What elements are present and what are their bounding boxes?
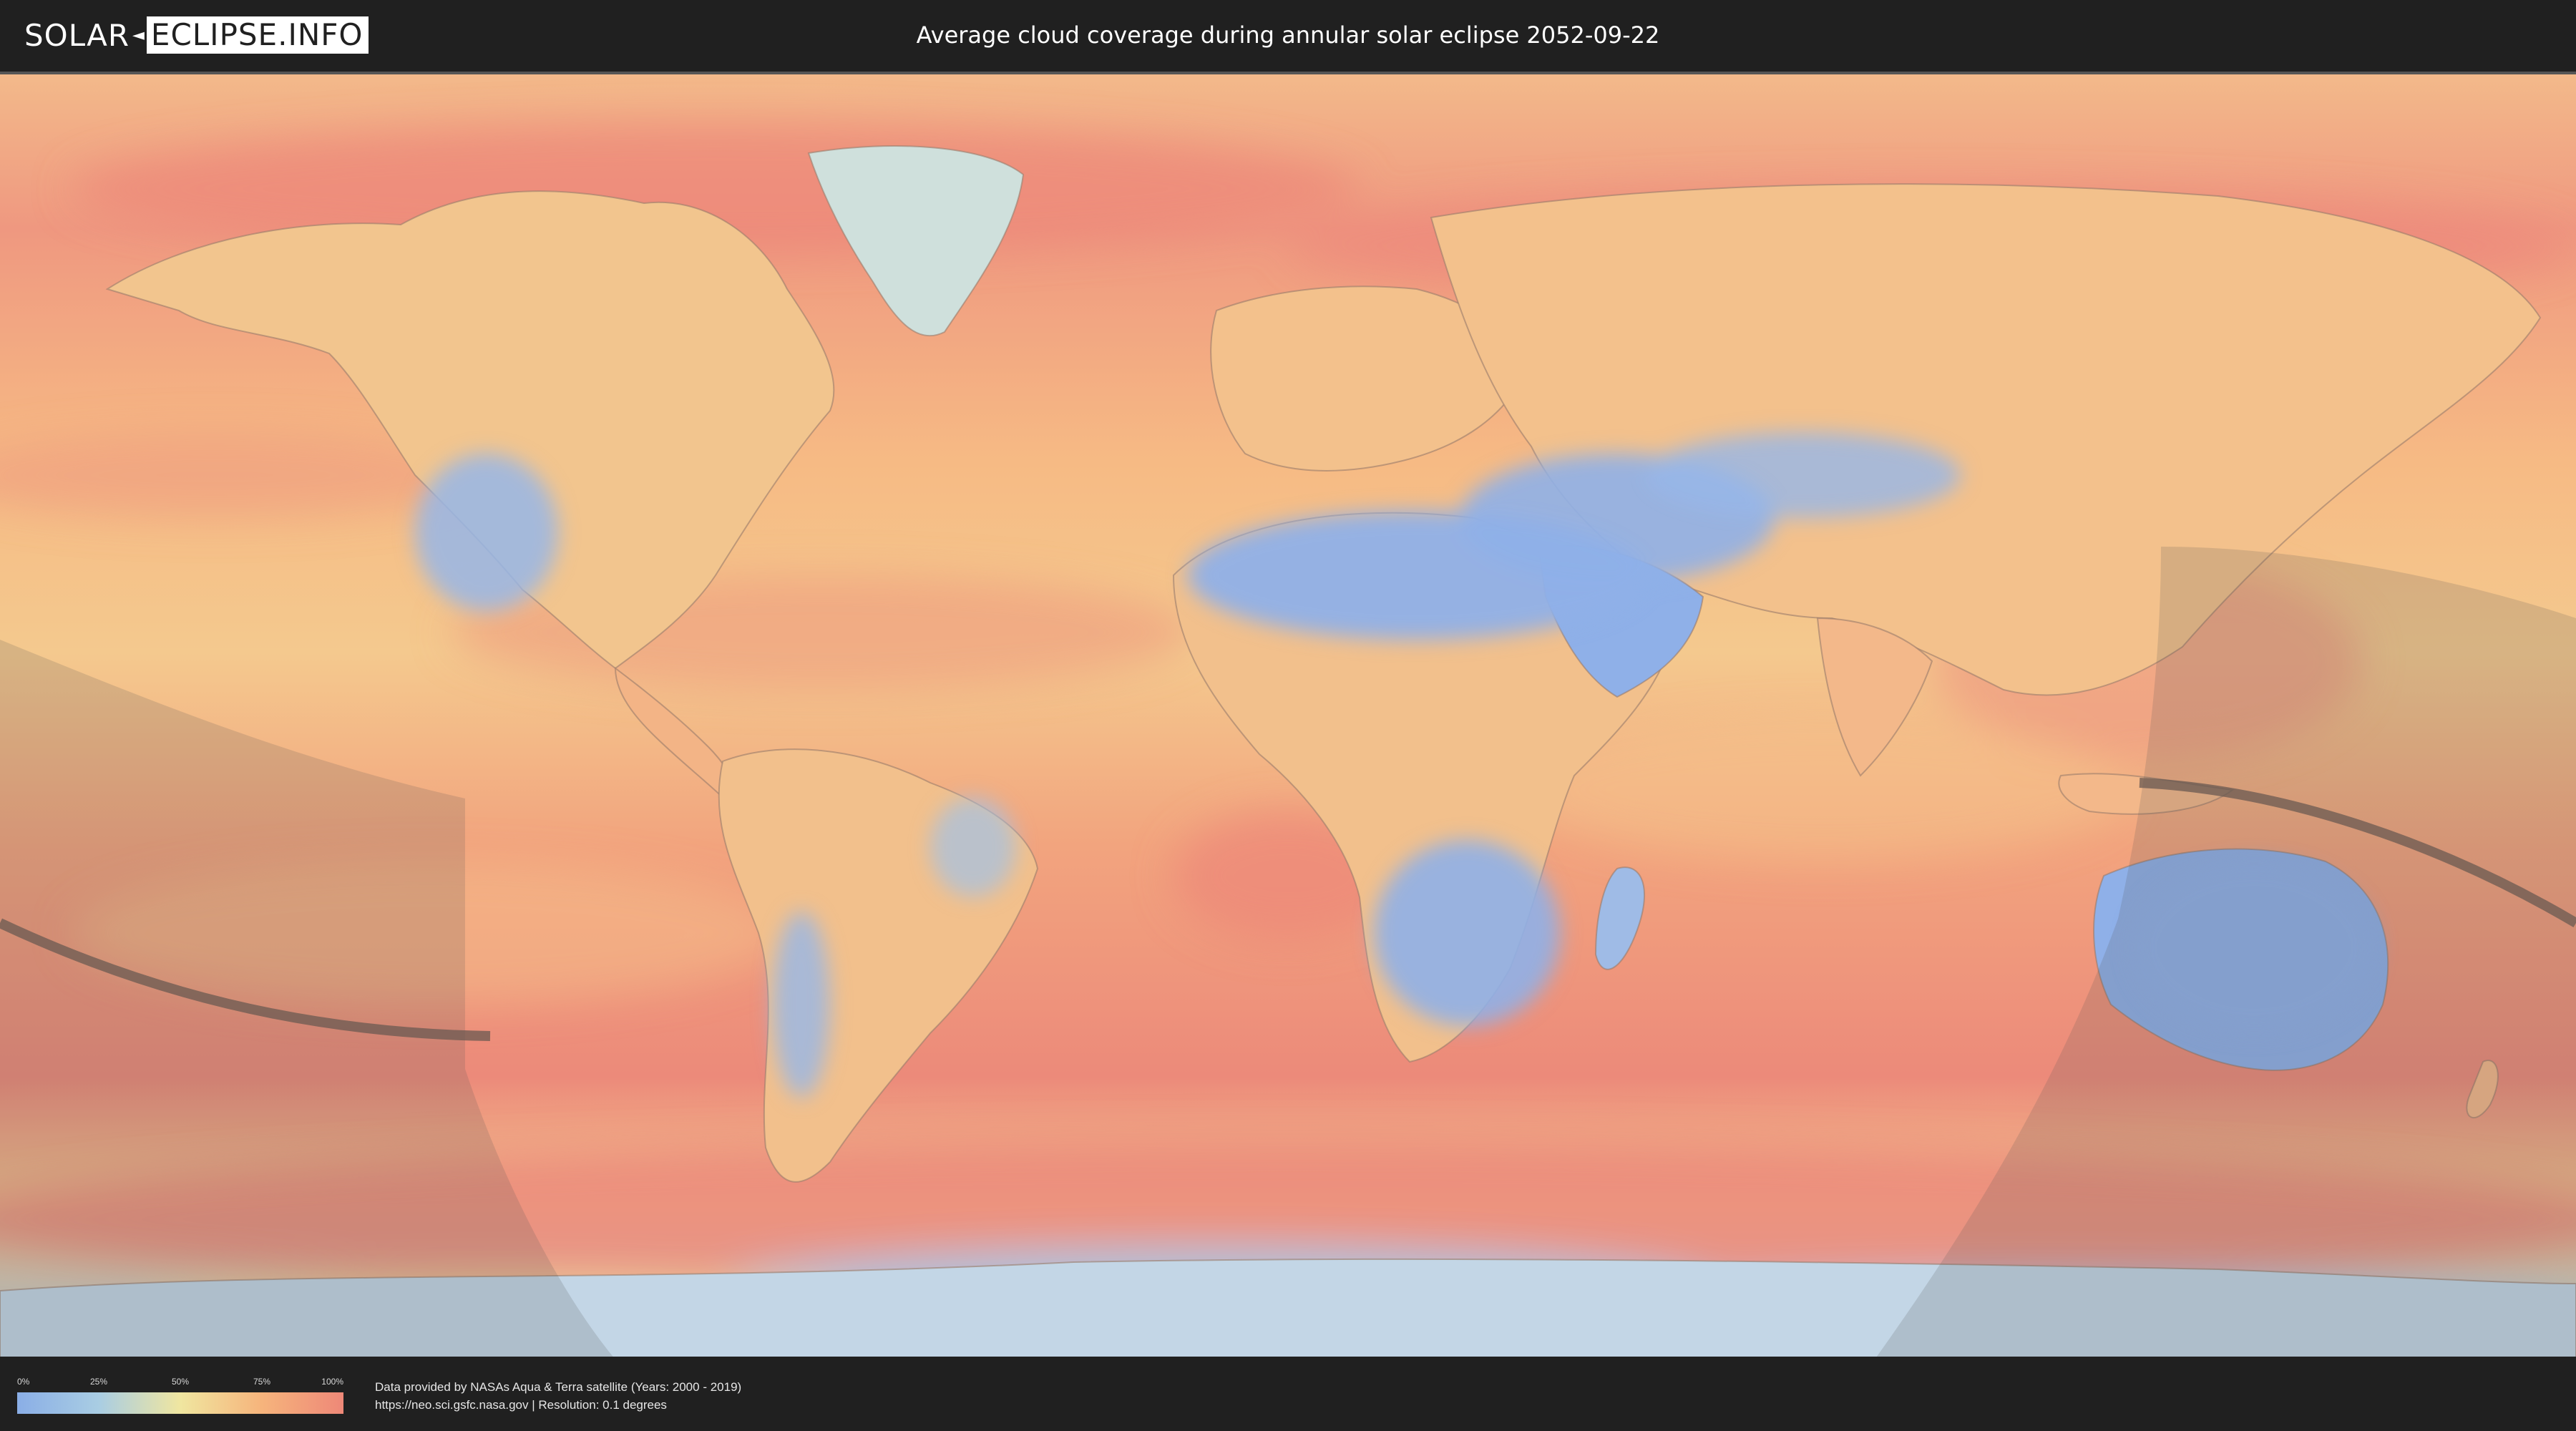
header-bar: SOLAR ◄ ECLIPSE.INFO Average cloud cover…	[0, 0, 2576, 72]
credits-line-url[interactable]: https://neo.sci.gsfc.nasa.gov | Resoluti…	[375, 1396, 741, 1414]
legend-tick-100: 100%	[321, 1377, 343, 1387]
cloud-coverage-legend: 0% 25% 50% 75% 100%	[17, 1377, 343, 1414]
legend-ticks: 0% 25% 50% 75% 100%	[17, 1377, 343, 1390]
page-title: Average cloud coverage during annular so…	[916, 21, 1660, 49]
footer-bar: 0% 25% 50% 75% 100% Data provided by NAS…	[0, 1357, 2576, 1431]
legend-tick-50: 50%	[171, 1377, 190, 1387]
credits-line-source: Data provided by NASAs Aqua & Terra sate…	[375, 1380, 742, 1394]
data-credits: Data provided by NASAs Aqua & Terra sate…	[375, 1378, 741, 1414]
cloud-coverage-map[interactable]	[0, 72, 2576, 1359]
legend-color-bar	[17, 1392, 343, 1414]
legend-tick-0: 0%	[17, 1377, 30, 1387]
legend-tick-75: 75%	[253, 1377, 271, 1387]
legend-tick-25: 25%	[89, 1377, 108, 1387]
map-canvas	[0, 74, 2576, 1359]
